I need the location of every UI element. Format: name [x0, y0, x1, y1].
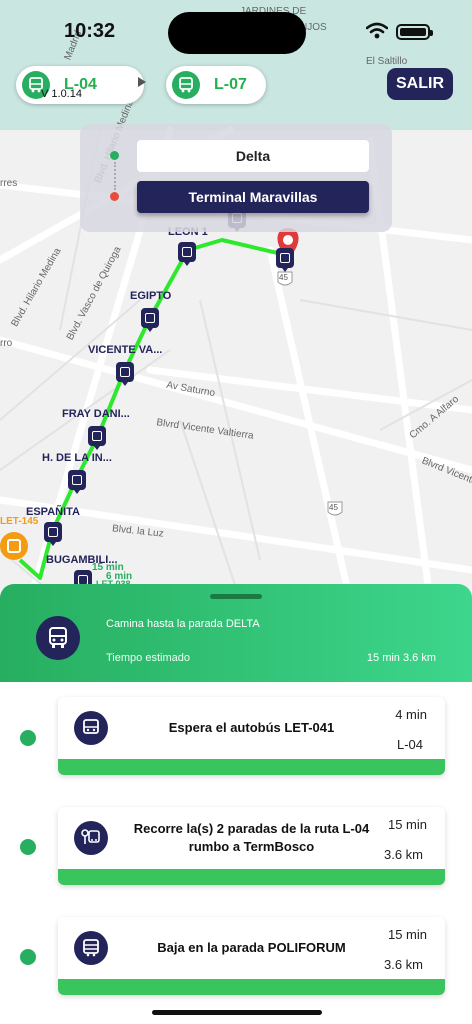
map-label: rro — [0, 338, 13, 349]
bus-icon — [172, 71, 200, 99]
step-indicator — [20, 949, 36, 965]
origin-destination-panel: Delta Terminal Maravillas — [80, 124, 392, 232]
live-bus-icon[interactable] — [0, 532, 28, 560]
clock: 10:32 — [64, 20, 116, 42]
highway-shield: 45 — [329, 503, 338, 512]
bus-stop-icon[interactable] — [44, 522, 62, 546]
highway-shield: 45 — [279, 273, 288, 282]
wifi-icon — [366, 22, 388, 39]
estimate-label: Tiempo estimado — [106, 652, 190, 664]
stop-label: EGIPTO — [130, 290, 172, 302]
origin-field[interactable]: Delta — [137, 140, 369, 172]
bus-exit-icon — [74, 931, 108, 965]
dynamic-island — [168, 12, 306, 54]
home-indicator[interactable] — [152, 1010, 322, 1015]
map-label: rres — [0, 178, 18, 189]
bus-front-icon — [74, 711, 108, 745]
bus-stop-icon[interactable] — [178, 242, 196, 266]
step-progress-bar — [58, 869, 445, 885]
destination-field[interactable]: Terminal Maravillas — [137, 181, 369, 213]
app-version: V 1.0.14 — [41, 88, 82, 100]
step-time: 15 min — [387, 817, 427, 832]
route-chip-l07[interactable]: L-07 — [166, 66, 266, 104]
battery-icon — [396, 24, 433, 40]
step-route: L-04 — [396, 737, 423, 752]
bus-front-icon — [36, 616, 80, 660]
step-distance: 3.6 km — [383, 847, 423, 862]
bus-label: LET-145 — [0, 516, 39, 527]
step-card[interactable]: Recorre la(s) 2 paradas de la ruta L-04 … — [58, 807, 445, 885]
bus-route-icon — [74, 821, 108, 855]
step-card[interactable]: Baja en la parada POLIFORUM 15 min 3.6 k… — [58, 917, 445, 995]
step-text: Baja en la parada POLIFORUM — [157, 940, 346, 956]
estimate-value: 15 min 3.6 km — [366, 652, 436, 664]
step-text: Espera el autobús LET-041 — [168, 720, 335, 736]
bus-stop-icon[interactable] — [68, 470, 86, 494]
step-indicator — [20, 730, 36, 746]
origin-dot-icon — [110, 151, 119, 160]
connector-line — [114, 162, 116, 190]
step-distance: 3.6 km — [383, 957, 423, 972]
step-text: Recorre la(s) 2 paradas de la ruta L-04 … — [133, 821, 370, 854]
chevron-right-icon — [138, 77, 146, 87]
bus-stop-icon[interactable] — [116, 362, 134, 386]
status-bar: 10:32 — [0, 0, 472, 60]
walk-step-sheet[interactable]: Camina hasta la parada DELTA Tiempo esti… — [0, 584, 472, 682]
step-instruction: Camina hasta la parada DELTA — [106, 618, 260, 630]
stop-label: VICENTE VA... — [88, 344, 163, 356]
exit-button[interactable]: SALIR — [387, 68, 453, 100]
stop-label: H. DE LA IN... — [42, 452, 112, 464]
route-label: L-07 — [214, 76, 247, 93]
step-indicator — [20, 839, 36, 855]
step-time: 15 min — [387, 927, 427, 942]
drag-handle[interactable] — [210, 594, 262, 599]
step-progress-bar — [58, 979, 445, 995]
bus-stop-icon[interactable] — [141, 308, 159, 332]
stop-label: FRAY DANI... — [62, 408, 130, 420]
bus-stop-icon[interactable] — [88, 426, 106, 450]
step-card[interactable]: Espera el autobús LET-041 4 min L-04 — [58, 697, 445, 775]
step-time: 4 min — [395, 707, 427, 722]
step-progress-bar — [58, 759, 445, 775]
destination-dot-icon — [110, 192, 119, 201]
bus-stop-icon[interactable] — [276, 248, 294, 272]
